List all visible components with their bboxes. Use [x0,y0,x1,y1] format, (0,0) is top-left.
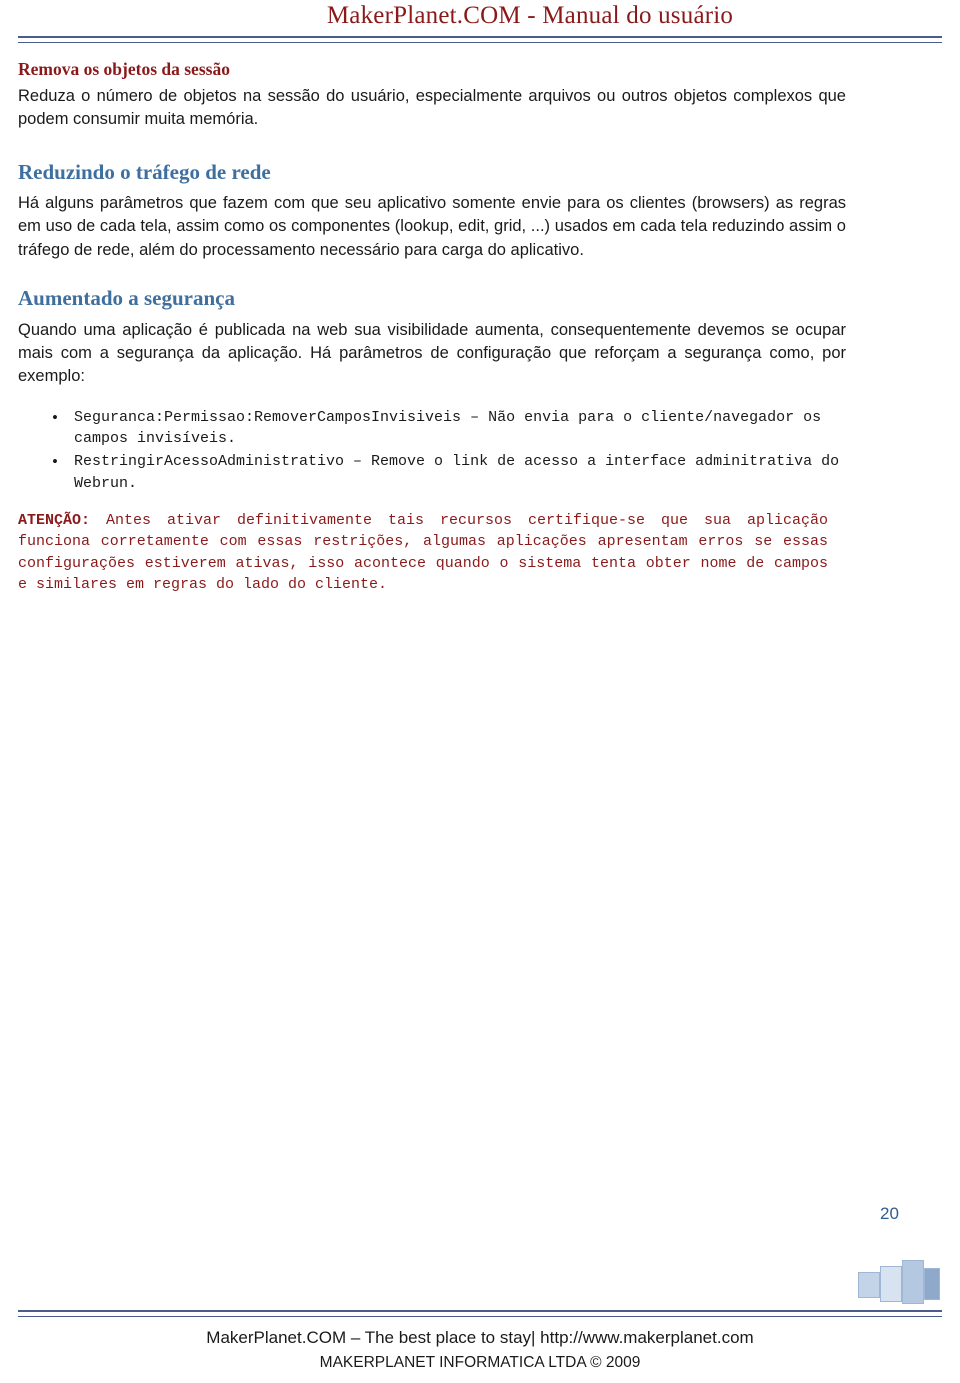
list-item: Seguranca:Permissao:RemoverCamposInvisiv… [52,406,846,450]
header-title: MakerPlanet.COM - Manual do usuário [326,2,734,29]
footer-divider [18,1310,942,1317]
header-divider [18,36,942,43]
warning-label: ATENÇÃO: [18,512,91,529]
heading-aumentado-seguranca: Aumentado a segurança [18,286,236,311]
footer-copyright-line: MAKERPLANET INFORMATICA LTDA © 2009 [319,1354,641,1371]
logo-bar [924,1268,940,1300]
page-header: MakerPlanet.COM - Manual do usuário [0,0,960,43]
heading-reduzindo-trafego: Reduzindo o tráfego de rede [18,159,271,184]
document-body: Remova os objetos da sessão Reduza o núm… [18,58,846,595]
page-number: 20 [880,1204,899,1223]
paragraph-aumentado-seguranca: Quando uma aplicação é publicada na web … [18,320,846,386]
logo-bar [858,1272,880,1298]
warning-text: Antes ativar definitivamente tais recurs… [18,512,828,593]
decorative-logo-icon [858,1258,940,1310]
subheading-remove-session-objects: Remova os objetos da sessão [18,59,230,79]
paragraph-remove-session-objects: Reduza o número de objetos na sessão do … [18,86,846,129]
document-page: MakerPlanet.COM - Manual do usuário Remo… [0,0,960,1383]
logo-bar [902,1260,924,1304]
parameter-list: Seguranca:Permissao:RemoverCamposInvisiv… [18,406,846,494]
list-item: RestringirAcessoAdministrativo – Remove … [52,450,846,494]
logo-bar [880,1266,902,1302]
warning-note: ATENÇÃO: Antes ativar definitivamente ta… [18,510,828,595]
paragraph-reduzindo-trafego: Há alguns parâmetros que fazem com que s… [18,193,846,259]
footer-site-line: MakerPlanet.COM – The best place to stay… [206,1328,754,1347]
